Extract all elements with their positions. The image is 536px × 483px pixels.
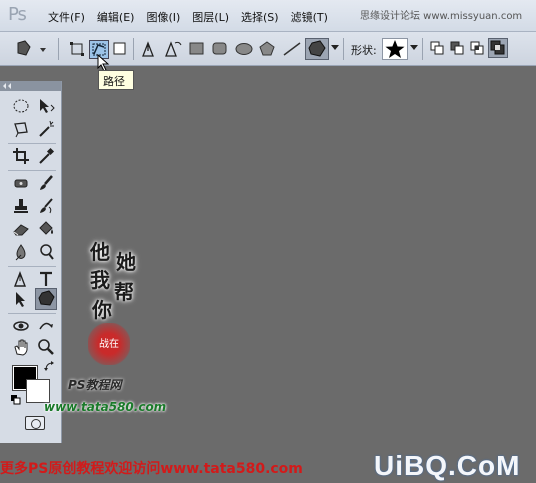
blur-icon [15, 244, 26, 261]
zoom-tool[interactable] [35, 336, 57, 358]
shape-picker-chevron-icon[interactable] [410, 45, 418, 51]
quick-mask-button[interactable] [25, 416, 45, 430]
polygon-tool-icon[interactable] [259, 41, 275, 57]
brush-tool[interactable] [35, 172, 57, 194]
crop-icon [13, 148, 29, 164]
menu-items: 文件(F) 编辑(E) 图像(I) 图层(L) 选择(S) 滤镜(T) [48, 9, 340, 25]
menu-file[interactable]: 文件(F) [48, 9, 85, 25]
intersect-shapes-icon[interactable] [470, 41, 484, 55]
pen-tool-icon[interactable] [140, 39, 158, 59]
ps-tutorial-watermark: PS教程网 [68, 378, 122, 392]
shape-label: 形状: [351, 44, 377, 57]
custom-shape-tool-button[interactable] [305, 38, 329, 60]
3d-orbit-icon [39, 322, 53, 330]
exclude-shapes-button[interactable] [488, 38, 508, 58]
eyedropper-tool[interactable] [35, 145, 57, 167]
type-tool[interactable] [35, 268, 57, 290]
path-selection-tool[interactable] [10, 288, 32, 310]
marquee-tool[interactable] [10, 95, 32, 117]
red-seal-stamp: 战在 [88, 323, 130, 365]
freeform-pen-icon[interactable] [163, 39, 183, 59]
pen-icon [13, 271, 27, 287]
lasso-tool[interactable] [10, 118, 32, 140]
menu-bar: Ps 文件(F) 编辑(E) 图像(I) 图层(L) 选择(S) 滤镜(T) 思… [0, 0, 536, 32]
marquee-icon [13, 99, 29, 113]
move-tool[interactable] [35, 95, 57, 117]
crop-tool[interactable] [10, 145, 32, 167]
3d-rotate-tool[interactable] [10, 315, 32, 337]
swap-colors-icon[interactable] [44, 361, 56, 373]
combine-shapes-icon[interactable] [430, 41, 444, 55]
forum-watermark: 思缘设计论坛 www.missyuan.com [360, 11, 523, 22]
eyedropper-icon [39, 147, 55, 164]
clone-stamp-tool[interactable] [10, 195, 32, 217]
bandage-icon [14, 179, 28, 188]
tooltip: 路径 [98, 70, 134, 90]
options-bar: 形状: [0, 32, 536, 72]
menu-select[interactable]: 选择(S) [241, 9, 279, 25]
exclude-shapes-icon [490, 40, 505, 55]
menu-image[interactable]: 图像(I) [146, 9, 180, 25]
default-colors-icon[interactable] [11, 395, 21, 405]
hand-icon [14, 339, 28, 356]
shape-picker[interactable] [382, 38, 408, 60]
site-url-watermark: www.tata580.com [44, 400, 167, 414]
chevron-down-icon[interactable] [331, 45, 339, 51]
stamp-icon [14, 199, 28, 213]
tool-preset-picker[interactable] [14, 39, 50, 59]
magic-wand-tool[interactable] [35, 118, 57, 140]
calligraphy-char-4: 帮 [114, 280, 134, 304]
subtract-shapes-icon[interactable] [450, 41, 464, 55]
paint-bucket-tool[interactable] [35, 218, 57, 240]
healing-brush-tool[interactable] [10, 172, 32, 194]
lasso-icon [14, 122, 28, 138]
calligraphy-char-2: 她 [116, 250, 136, 274]
3d-orbit-tool[interactable] [35, 315, 57, 337]
dodge-icon [40, 244, 54, 260]
paint-bucket-icon [39, 221, 53, 235]
ellipse-tool-icon[interactable] [235, 41, 253, 57]
type-icon [40, 271, 52, 286]
custom-shape-icon [308, 40, 326, 57]
magic-wand-icon [39, 120, 54, 137]
calligraphy-char-1: 他 [90, 240, 110, 264]
calligraphy-char-3: 我 [90, 268, 110, 292]
line-tool-icon[interactable] [282, 41, 302, 57]
uibq-logo: UiBQ.CoM [374, 450, 521, 481]
history-brush-icon [40, 198, 53, 214]
menu-filter[interactable]: 滤镜(T) [291, 9, 328, 25]
menu-edit[interactable]: 编辑(E) [97, 9, 135, 25]
pen-tool[interactable] [10, 268, 32, 290]
calligraphy-char-5: 你 [92, 298, 112, 322]
magnifier-icon [38, 339, 54, 355]
seal-text: 战在 [99, 338, 119, 350]
blur-tool[interactable] [10, 241, 32, 263]
brush-icon [40, 175, 53, 190]
history-brush-tool[interactable] [35, 195, 57, 217]
custom-shape-tool[interactable] [35, 288, 57, 310]
eraser-icon [13, 224, 29, 236]
path-selection-icon [16, 292, 25, 307]
app-logo: Ps [8, 4, 27, 25]
shape-layers-mode-icon[interactable] [70, 42, 84, 56]
eraser-tool[interactable] [10, 218, 32, 240]
custom-shape-icon [38, 290, 55, 306]
dodge-tool[interactable] [35, 241, 57, 263]
rounded-rectangle-tool-icon[interactable] [212, 41, 228, 57]
rectangle-tool-icon[interactable] [189, 41, 205, 57]
bottom-banner: 更多PS原创教程欢迎访问www.tata580.com [0, 461, 303, 477]
collapse-arrows-icon [3, 83, 11, 89]
hand-tool[interactable] [10, 336, 32, 358]
move-icon [40, 99, 55, 113]
fill-pixels-mode-icon[interactable] [113, 42, 127, 56]
3d-rotate-icon [13, 321, 29, 331]
star-icon [385, 40, 405, 58]
menu-layer[interactable]: 图层(L) [192, 9, 229, 25]
toolbox-header[interactable] [0, 81, 61, 91]
